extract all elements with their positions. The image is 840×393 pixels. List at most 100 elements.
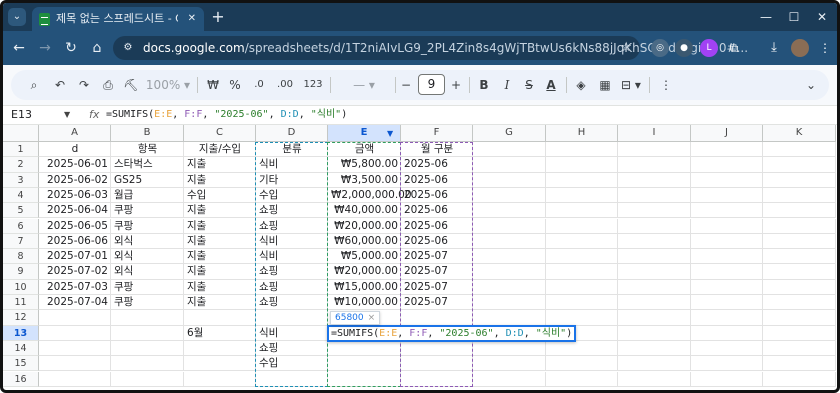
grid-cell[interactable]	[691, 295, 763, 311]
row-header-9[interactable]: 9	[3, 264, 39, 280]
grid-cell[interactable]	[401, 356, 473, 372]
table-cell[interactable]: 2025-07-04	[39, 295, 111, 310]
zoom-select[interactable]: 100% ▾	[145, 76, 191, 94]
row-header-11[interactable]: 11	[3, 295, 39, 311]
redo-icon[interactable]: ↷	[75, 76, 93, 94]
column-header-h[interactable]: H	[546, 125, 618, 142]
column-title[interactable]: 지출/수입	[184, 142, 256, 157]
extensions-puzzle-icon[interactable]: ⧉	[725, 39, 743, 57]
table-cell[interactable]: 2025-06-01	[39, 157, 111, 172]
minimize-button[interactable]: —	[755, 6, 777, 28]
summary-category[interactable]: 수입	[256, 356, 328, 371]
grid-cell[interactable]	[401, 371, 473, 387]
grid-cell[interactable]	[618, 310, 691, 326]
grid-cell[interactable]	[184, 340, 256, 357]
grid-cell[interactable]	[328, 356, 401, 372]
grid-cell[interactable]	[618, 157, 691, 173]
grid-cell[interactable]	[401, 340, 473, 357]
grid-cell[interactable]	[763, 264, 836, 280]
grid-cell[interactable]	[763, 187, 836, 204]
decrease-decimal-button[interactable]: .0	[249, 76, 269, 94]
grid-cell[interactable]	[691, 371, 763, 387]
table-cell[interactable]: 2025-06-03	[39, 188, 111, 203]
table-cell[interactable]: 2025-06	[401, 173, 473, 188]
table-cell[interactable]: ₩20,000.00	[328, 219, 401, 234]
extension-globe-icon[interactable]: ◎	[651, 39, 669, 57]
grid-cell[interactable]	[473, 264, 546, 280]
grid-cell[interactable]	[618, 371, 691, 387]
grid-cell[interactable]	[473, 249, 546, 265]
grid-cell[interactable]	[763, 340, 836, 357]
row-header-6[interactable]: 6	[3, 218, 39, 234]
table-cell[interactable]: GS25	[111, 173, 184, 188]
grid-cell[interactable]	[546, 295, 618, 311]
grid-cell[interactable]	[546, 279, 618, 295]
decrease-font-size-button[interactable]: −	[399, 76, 413, 94]
grid-cell[interactable]	[546, 340, 618, 357]
tab-search-button[interactable]: ⌄	[8, 8, 26, 26]
row-header-8[interactable]: 8	[3, 249, 39, 265]
table-cell[interactable]: ₩5,800.00	[328, 157, 401, 172]
row-header-3[interactable]: 3	[3, 172, 39, 188]
grid-cell[interactable]	[546, 187, 618, 204]
table-cell[interactable]: 수입	[256, 188, 328, 203]
grid-cell[interactable]	[473, 203, 546, 219]
table-cell[interactable]: 2025-07-02	[39, 264, 111, 279]
table-cell[interactable]: 쿠팡	[111, 280, 184, 295]
grid-cell[interactable]	[473, 142, 546, 158]
table-cell[interactable]: 지출	[184, 280, 256, 295]
grid-cell[interactable]	[546, 233, 618, 250]
grid-cell[interactable]	[256, 310, 328, 326]
table-cell[interactable]: 식비	[256, 157, 328, 172]
extension-ninja-icon[interactable]: ●	[675, 39, 693, 57]
table-cell[interactable]: 지출	[184, 264, 256, 279]
bold-button[interactable]: B	[476, 76, 492, 94]
table-cell[interactable]: ₩60,000.00	[328, 234, 401, 249]
table-cell[interactable]: 지출	[184, 219, 256, 234]
collapse-toolbar-icon[interactable]: ⌄	[803, 76, 819, 94]
table-cell[interactable]: 쿠팡	[111, 203, 184, 218]
column-title[interactable]: d	[39, 142, 111, 157]
grid-cell[interactable]	[691, 233, 763, 250]
grid-cell[interactable]	[618, 218, 691, 234]
table-cell[interactable]: 2025-06	[401, 188, 473, 203]
search-icon[interactable]: ⌕	[25, 76, 43, 94]
grid-cell[interactable]	[618, 249, 691, 265]
grid-cell[interactable]	[691, 157, 763, 173]
grid-cell[interactable]	[328, 340, 401, 357]
grid-cell[interactable]	[39, 371, 111, 387]
grid-cell[interactable]	[691, 218, 763, 234]
table-cell[interactable]: 2025-07	[401, 295, 473, 310]
increase-decimal-button[interactable]: .00	[272, 76, 298, 94]
table-cell[interactable]: 2025-06-04	[39, 203, 111, 218]
grid-cell[interactable]	[256, 371, 328, 387]
extension-profile-icon[interactable]: L	[700, 39, 718, 57]
grid-cell[interactable]	[763, 310, 836, 326]
table-cell[interactable]: 지출	[184, 203, 256, 218]
grid-cell[interactable]	[111, 310, 184, 326]
grid-cell[interactable]	[691, 325, 763, 341]
grid-cell[interactable]	[39, 356, 111, 372]
grid-cell[interactable]	[763, 172, 836, 188]
table-cell[interactable]: 2025-06	[401, 157, 473, 172]
summary-category[interactable]: 식비	[256, 326, 328, 341]
table-cell[interactable]: 2025-07	[401, 264, 473, 279]
grid-cell[interactable]	[691, 142, 763, 158]
table-cell[interactable]: 2025-07	[401, 249, 473, 264]
grid-cell[interactable]	[691, 279, 763, 295]
font-size-input[interactable]: 9	[418, 74, 445, 95]
home-icon[interactable]: ⌂	[86, 37, 108, 59]
spreadsheet-grid[interactable]: A B C D E F G H I J K ▼ 1 2 3 4 5 6 7 8 9 10 11 12 13 14 15 16 d 항목 지출…	[3, 125, 837, 390]
column-header-b[interactable]: B	[111, 125, 184, 142]
column-header-j[interactable]: J	[691, 125, 763, 142]
tooltip-close-icon[interactable]: ×	[368, 313, 376, 323]
grid-cell[interactable]	[184, 371, 256, 387]
grid-cell[interactable]	[763, 371, 836, 387]
name-box-dropdown-icon[interactable]: ▼	[64, 106, 70, 124]
row-header-1[interactable]: 1	[3, 142, 39, 158]
column-header-c[interactable]: C	[184, 125, 256, 142]
grid-cell[interactable]	[111, 325, 184, 341]
close-window-button[interactable]: ✕	[811, 6, 833, 28]
table-cell[interactable]: 2025-06	[401, 203, 473, 218]
grid-cell[interactable]	[111, 371, 184, 387]
